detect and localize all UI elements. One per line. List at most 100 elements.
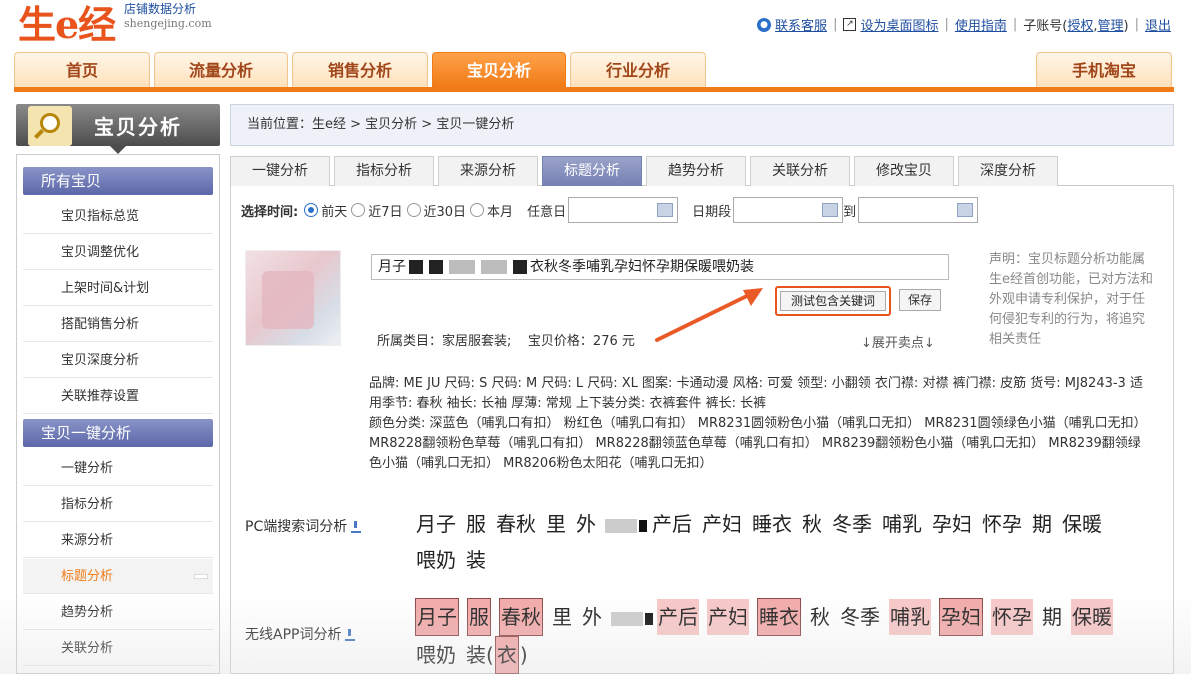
attribute-line: 颜色分类: 深蓝色（哺乳口有扣） 粉红色（哺乳口有扣） MR8231圆领粉色小猫… (369, 416, 1147, 471)
word: 孕妇 (939, 598, 983, 636)
sidebar-group-one-click[interactable]: 宝贝一键分析 (23, 419, 213, 447)
sidebar-item[interactable]: 指标分析 (23, 487, 213, 522)
tab-trend[interactable]: 趋势分析 (646, 156, 746, 186)
radio-this-month[interactable] (470, 203, 485, 217)
nav-traffic[interactable]: 流量分析 (154, 52, 288, 87)
sub-tabs: 一键分析 指标分析 来源分析 标题分析 趋势分析 关联分析 修改宝贝 深度分析 (230, 156, 1174, 186)
app-words-label: 无线APP词分析 (245, 624, 356, 644)
product-title-input[interactable]: 月子 衣秋冬季哺乳孕妇怀孕期保暖喂奶装 (371, 254, 949, 280)
period-end-input[interactable] (858, 197, 979, 223)
desktop-icon-link[interactable]: 设为桌面图标 (860, 15, 938, 34)
authorize-link[interactable]: 授权 (1067, 19, 1093, 34)
any-day-label: 任意日 (527, 204, 567, 220)
tab-one-click[interactable]: 一键分析 (230, 156, 330, 186)
header: 生e经 店铺数据分析 shengejing.com ● 联系客服 | ↗ 设为桌… (0, 0, 1191, 50)
expand-selling-points-link[interactable]: ↓展开卖点↓ (861, 332, 935, 351)
sidebar-item[interactable]: 关联推荐设置 (23, 379, 213, 414)
period-start-input[interactable] (733, 197, 844, 223)
product-category: 所属类目：家居服套装; (377, 334, 512, 349)
sidebar-item[interactable]: 搭配销售分析 (23, 307, 213, 342)
nav-industry[interactable]: 行业分析 (570, 52, 706, 87)
word: 睡衣 (752, 512, 792, 536)
product-meta: 所属类目：家居服套装; 宝贝价格：276 元 (377, 330, 635, 349)
guide-link[interactable]: 使用指南 (955, 15, 1007, 34)
tab-title-analysis[interactable]: 标题分析 (542, 156, 642, 186)
sidebar-group-all-items[interactable]: 所有宝贝 (23, 167, 213, 195)
sidebar-item[interactable]: 关联分析 (23, 631, 213, 666)
logo-domain: shengejing.com (124, 17, 212, 30)
time-filter: 选择时间: 前天 近7日 近30日 本月 任意日 日期段 到 (241, 196, 979, 224)
calendar-icon[interactable] (822, 203, 839, 217)
word: 服 (467, 598, 491, 636)
tab-edit-item[interactable]: 修改宝贝 (854, 156, 954, 186)
nav-mobile-taobao[interactable]: 手机淘宝 (1036, 52, 1172, 87)
customer-service-link[interactable]: 联系客服 (775, 15, 827, 34)
word: 产妇 (702, 512, 742, 536)
download-icon[interactable] (345, 629, 356, 641)
sidebar-item[interactable]: 一键分析 (23, 451, 213, 486)
sidebar-item[interactable]: 趋势分析 (23, 595, 213, 630)
word: 外 (582, 605, 602, 629)
breadcrumb: 当前位置：生e经 > 宝贝分析 > 宝贝一键分析 (230, 104, 1174, 146)
word: 孕妇 (932, 512, 972, 536)
sidebar-item[interactable]: 上架时间&计划 (23, 271, 213, 306)
radio-label: 近30日 (423, 204, 467, 220)
sidebar-item[interactable]: 宝贝深度分析 (23, 343, 213, 378)
save-button[interactable]: 保存 (899, 289, 941, 311)
test-keywords-button[interactable]: 测试包含关键词 (775, 286, 891, 316)
calendar-icon[interactable] (657, 203, 674, 217)
word: 装( (466, 643, 494, 667)
nav-home[interactable]: 首页 (14, 52, 150, 87)
tab-related[interactable]: 关联分析 (750, 156, 850, 186)
logo-subtitle: 店铺数据分析 (124, 2, 197, 16)
pc-words-label: PC端搜索词分析 (245, 516, 362, 536)
title-suffix: 衣秋冬季哺乳孕妇怀孕期保暖喂奶装 (530, 259, 754, 275)
word: 怀孕 (991, 599, 1033, 635)
calendar-icon[interactable] (957, 203, 974, 217)
any-day-input[interactable] (568, 197, 679, 223)
word: 产后 (657, 599, 699, 635)
radio-7-days[interactable] (351, 203, 366, 217)
download-icon[interactable] (351, 521, 362, 533)
sidebar-item[interactable]: 来源分析 (23, 523, 213, 558)
word: 冬季 (840, 605, 880, 629)
sidebar-title: 宝贝分析 (94, 115, 182, 139)
word: 秋 (810, 605, 830, 629)
logo[interactable]: 生e经 (18, 0, 116, 49)
product-image[interactable] (245, 250, 341, 346)
word: 月子 (415, 598, 459, 636)
product-price: 宝贝价格：276 元 (527, 334, 635, 349)
sidebar-item-title-analysis[interactable]: 标题分析 (23, 559, 213, 594)
period-label: 日期段 (692, 204, 732, 220)
support-icon: ● (757, 17, 772, 32)
desktop-shortcut-icon: ↗ (843, 18, 857, 31)
nav-item-analysis[interactable]: 宝贝分析 (432, 52, 566, 87)
nav-sales[interactable]: 销售分析 (292, 52, 428, 87)
tab-source[interactable]: 来源分析 (438, 156, 538, 186)
word: 喂奶 (416, 548, 456, 572)
word: ) (519, 643, 528, 667)
manage-link[interactable]: 管理 (1098, 19, 1124, 34)
word: 产后 (652, 512, 692, 536)
sidebar-menu: 所有宝贝 宝贝指标总览 宝贝调整优化 上架时间&计划 搭配销售分析 宝贝深度分析… (16, 154, 220, 674)
magnifier-icon (28, 106, 72, 146)
tab-deep-analysis[interactable]: 深度分析 (958, 156, 1058, 186)
word: 产妇 (707, 599, 749, 635)
word: 期 (1042, 605, 1062, 629)
logout-link[interactable]: 退出 (1145, 15, 1171, 34)
word: 怀孕 (982, 512, 1022, 536)
tab-metrics[interactable]: 指标分析 (334, 156, 434, 186)
analysis-panel: 选择时间: 前天 近7日 近30日 本月 任意日 日期段 到 月子 衣秋冬季哺乳孕… (230, 186, 1174, 674)
sidebar-item[interactable]: 宝贝指标总览 (23, 199, 213, 234)
word: 冬季 (832, 512, 872, 536)
word: 秋 (802, 512, 822, 536)
radio-label: 近7日 (368, 204, 403, 220)
radio-30-days[interactable] (406, 203, 421, 217)
word: 期 (1032, 512, 1052, 536)
word: 月子 (416, 512, 456, 536)
pc-word-list: 月子服春秋里外 产后 产妇 睡衣秋冬季 哺乳 孕妇 怀孕期保暖喂奶装 (415, 506, 1155, 578)
radio-day-before[interactable] (304, 203, 319, 217)
word: 衣 (494, 636, 519, 674)
product-attributes: 品牌: ME JU 尺码: S 尺码: M 尺码: L 尺码: XL 图案: 卡… (369, 374, 1151, 474)
sidebar-item[interactable]: 宝贝调整优化 (23, 235, 213, 270)
